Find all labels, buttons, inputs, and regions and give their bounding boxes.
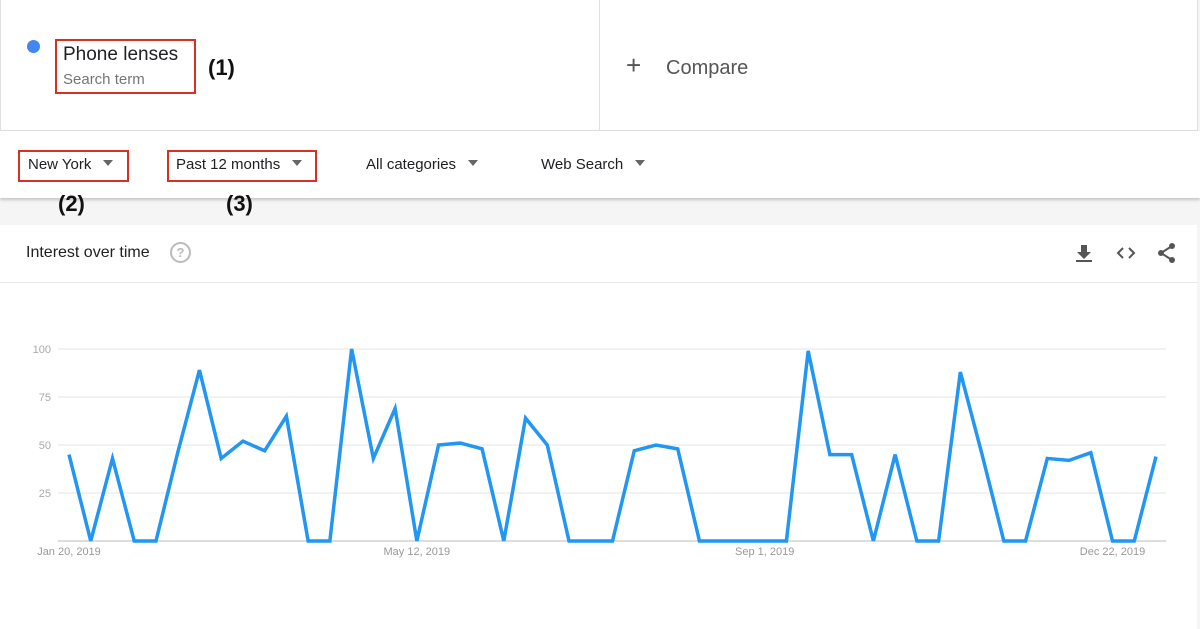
y-tick-label: 100 xyxy=(33,344,51,356)
x-tick-label: May 12, 2019 xyxy=(384,546,451,558)
y-tick-label: 50 xyxy=(39,440,51,452)
x-tick-label: Dec 22, 2019 xyxy=(1080,546,1145,558)
x-tick-label: Jan 20, 2019 xyxy=(37,546,101,558)
y-tick-label: 75 xyxy=(39,392,51,404)
y-tick-label: 25 xyxy=(39,488,51,500)
x-tick-label: Sep 1, 2019 xyxy=(735,546,794,558)
interest-chart: 25 50 75 100 Jan 20, 2019 May 12, 2019 Sep 1, … xyxy=(33,344,1166,558)
